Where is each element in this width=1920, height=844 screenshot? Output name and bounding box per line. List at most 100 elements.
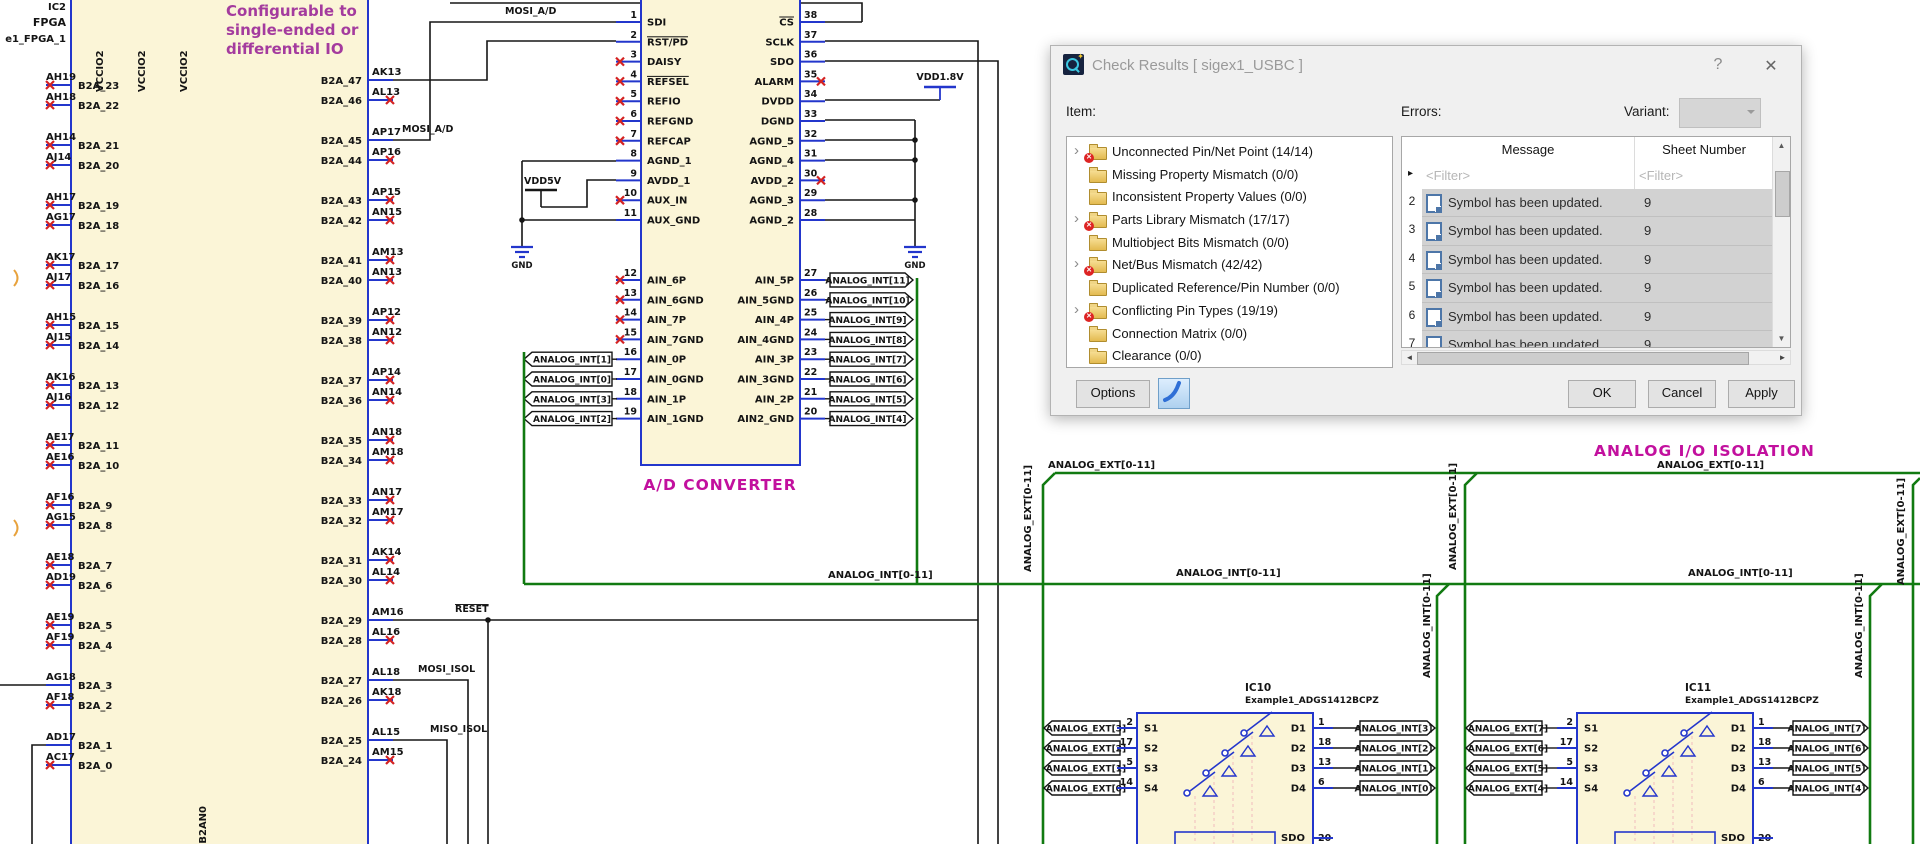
adc-pin-number[interactable]: 7: [630, 129, 637, 140]
fpga-name[interactable]: e1_FPGA_1: [5, 34, 66, 45]
scroll-left-icon[interactable]: ◄: [1402, 351, 1417, 364]
switch-pin-number[interactable]: 14: [1560, 777, 1574, 788]
adc-pin-name[interactable]: AIN_3GND: [737, 375, 794, 386]
expand-icon[interactable]: ›: [1074, 301, 1079, 318]
scroll-up-icon[interactable]: ▲: [1773, 137, 1790, 154]
switch-pin-number[interactable]: 5: [1566, 757, 1573, 768]
fpga-note[interactable]: differential IO: [226, 40, 344, 58]
net-label[interactable]: ANALOG_INT[9]: [829, 316, 907, 326]
vertical-scrollbar[interactable]: ▲ ▼: [1772, 137, 1790, 347]
adc-pin-name[interactable]: DGND: [761, 117, 794, 128]
adc-pin-number[interactable]: 3: [630, 50, 637, 61]
tree-item[interactable]: › ✕ Unconnected Pin/Net Point (14/14): [1067, 141, 1392, 164]
cancel-button[interactable]: Cancel: [1648, 380, 1716, 408]
adc-pin-name[interactable]: AVDD_1: [647, 176, 690, 187]
scroll-down-icon[interactable]: ▼: [1773, 330, 1790, 347]
adc-pin-name[interactable]: SDO: [770, 57, 794, 68]
gnd-label[interactable]: GND: [511, 261, 532, 271]
adc-pin-number[interactable]: 37: [804, 30, 817, 41]
adc-pin-name[interactable]: AIN_4P: [755, 315, 794, 326]
fpga-pin-number[interactable]: AL15: [372, 727, 400, 738]
table-row[interactable]: 3 Symbol has been updated. 9: [1402, 217, 1773, 246]
adc-pin-number[interactable]: 11: [624, 208, 637, 219]
fpga-pin-name[interactable]: B2A_3: [78, 681, 112, 692]
adc-pin-name[interactable]: ALARM: [754, 77, 794, 88]
table-header[interactable]: Message Sheet Number: [1402, 137, 1773, 164]
tree-item[interactable]: Clearance (0/0): [1067, 345, 1392, 367]
adc-pin-number[interactable]: 5: [630, 89, 637, 100]
adc-pin-number[interactable]: 9: [630, 168, 637, 179]
switch-pin-number[interactable]: 2: [1126, 717, 1133, 728]
net-label[interactable]: ANALOG_INT[1]: [533, 356, 611, 366]
fpga-pin-name[interactable]: B2A_15: [78, 321, 119, 332]
adc-pin-name[interactable]: AUX_IN: [647, 196, 687, 207]
net-label[interactable]: ANALOG_EXT[1]: [1046, 765, 1126, 775]
switch-ref[interactable]: IC11: [1685, 682, 1711, 694]
switch-pin-name[interactable]: SDO: [1721, 833, 1745, 844]
adc-pin-name[interactable]: AUX_GND: [647, 216, 700, 227]
net-label[interactable]: ANALOG_INT[2]: [533, 415, 611, 425]
row-body[interactable]: Symbol has been updated. 9: [1422, 245, 1773, 275]
scroll-right-icon[interactable]: ►: [1775, 351, 1790, 364]
switch-pin-name[interactable]: S3: [1584, 764, 1598, 775]
net-label[interactable]: ANALOG_EXT[6]: [1468, 745, 1548, 755]
row-body[interactable]: Symbol has been updated. 9: [1422, 217, 1773, 246]
fpga-pin-number[interactable]: AK16: [46, 372, 75, 383]
fpga-pin-number[interactable]: AH15: [46, 312, 76, 323]
switch-pin-name[interactable]: D3: [1731, 764, 1746, 775]
adc-pin-number[interactable]: 18: [624, 387, 638, 398]
switch-part[interactable]: Example1_ADGS1412BCPZ: [1685, 696, 1819, 706]
power-label[interactable]: VDD5V: [524, 176, 562, 187]
fpga-pin-name[interactable]: B2A_25: [321, 736, 362, 747]
fpga-pin-number[interactable]: AJ14: [46, 152, 71, 163]
adc-pin-name[interactable]: AIN_2P: [755, 394, 794, 405]
adc-pin-number[interactable]: 35: [804, 69, 817, 80]
adc-pin-name[interactable]: AIN2_GND: [737, 414, 794, 425]
table-row[interactable]: 2 Symbol has been updated. 9: [1402, 189, 1773, 218]
switch-pin-name[interactable]: D3: [1291, 764, 1306, 775]
bus-label[interactable]: ANALOG_INT[0-11]: [1176, 568, 1281, 579]
fpga-pin-number[interactable]: AK13: [372, 67, 401, 78]
switch-pin-name[interactable]: S2: [1144, 744, 1158, 755]
fpga-note[interactable]: Configurable to: [226, 2, 357, 20]
switch-pin-name[interactable]: S1: [1144, 724, 1158, 735]
adc-pin-number[interactable]: 25: [804, 308, 817, 319]
adc-pin-name[interactable]: AGND_2: [749, 216, 794, 227]
fpga-pin-name[interactable]: B2A_18: [78, 221, 119, 232]
fpga-body[interactable]: [70, 0, 369, 844]
adc-pin-name[interactable]: AGND_3: [749, 196, 794, 207]
fpga-pin-name[interactable]: B2A_32: [321, 516, 362, 527]
adc-pin-name[interactable]: AVDD_2: [751, 176, 794, 187]
fpga-pin-name[interactable]: B2A_41: [321, 256, 362, 267]
fpga-pin-number[interactable]: AK17: [46, 252, 75, 263]
fpga-pin-name[interactable]: B2A_8: [78, 521, 112, 532]
adc-pin-number[interactable]: 17: [624, 367, 637, 378]
fpga-pin-name[interactable]: B2A_0: [78, 761, 112, 772]
fpga-pin-number[interactable]: AP17: [372, 127, 401, 138]
power-label[interactable]: VDD1.8V: [916, 72, 964, 83]
fpga-pin-name[interactable]: B2A_44: [321, 156, 362, 167]
bus-label[interactable]: ANALOG_EXT[0-11]: [1896, 478, 1907, 585]
tree-item[interactable]: Connection Matrix (0/0): [1067, 323, 1392, 346]
fpga-pin-number[interactable]: AH18: [46, 92, 76, 103]
variant-dropdown[interactable]: [1679, 98, 1761, 128]
adc-title[interactable]: A/D CONVERTER: [643, 476, 796, 494]
fpga-pin-number[interactable]: AJ16: [46, 392, 71, 403]
bus-label[interactable]: ANALOG_INT[0-11]: [1688, 568, 1793, 579]
fpga-pin-name[interactable]: B2A_27: [321, 676, 362, 687]
adc-pin-number[interactable]: 31: [804, 149, 817, 160]
fpga-pin-number[interactable]: AG15: [46, 512, 76, 523]
fpga-pin-number[interactable]: AH14: [46, 132, 76, 143]
switch-pin-number[interactable]: 17: [1120, 737, 1133, 748]
fpga-pin-number[interactable]: AF16: [46, 492, 75, 503]
switch-pin-number[interactable]: 18: [1318, 737, 1332, 748]
fpga-pin-number[interactable]: AD17: [46, 732, 76, 743]
net-label[interactable]: ANALOG_EXT[5]: [1468, 765, 1548, 775]
fpga-pin-name[interactable]: B2A_43: [321, 196, 362, 207]
net-label[interactable]: ANALOG_EXT[3]: [1046, 725, 1126, 735]
switch-part[interactable]: Example1_ADGS1412BCPZ: [1245, 696, 1379, 706]
fpga-pin-number[interactable]: AG17: [46, 212, 76, 223]
net-label[interactable]: ANALOG_INT[4]: [829, 415, 907, 425]
fpga-pin-name[interactable]: B2A_13: [78, 381, 119, 392]
adc-pin-number[interactable]: 29: [804, 188, 817, 199]
